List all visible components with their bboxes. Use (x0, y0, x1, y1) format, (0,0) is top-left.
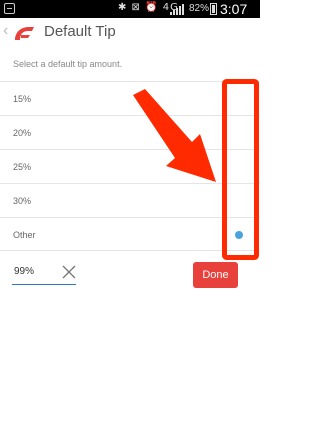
clear-icon[interactable] (61, 264, 77, 280)
tip-option-label: 15% (13, 94, 32, 104)
custom-tip-input[interactable] (14, 266, 58, 277)
selected-indicator-icon (235, 231, 243, 239)
back-chevron-icon[interactable]: ‹ (3, 22, 8, 40)
battery-percent: 82% (189, 3, 210, 14)
instructions-text: Select a default tip amount. (13, 59, 123, 69)
page-title: Default Tip (44, 23, 116, 40)
custom-tip-field[interactable] (12, 263, 76, 285)
tip-option-20[interactable]: 20% (0, 115, 260, 149)
status-bar: ✱ ⊠ ⏰ 4G 82% 3:07 PM (0, 0, 260, 33)
notification-icon (4, 3, 15, 14)
battery-icon (210, 3, 217, 15)
tip-option-other[interactable]: Other (0, 217, 260, 251)
tip-option-15[interactable]: 15% (0, 81, 260, 115)
tip-option-25[interactable]: 25% (0, 149, 260, 183)
tip-option-label: 20% (13, 128, 32, 138)
app-header: ‹ Default Tip (0, 18, 260, 48)
done-button[interactable]: Done (193, 262, 238, 288)
signal-icon (170, 4, 186, 15)
tip-option-label: Other (13, 230, 36, 240)
tip-option-label: 30% (13, 196, 32, 206)
tip-option-label: 25% (13, 162, 32, 172)
app-logo-icon[interactable] (12, 24, 36, 42)
tip-option-30[interactable]: 30% (0, 183, 260, 217)
